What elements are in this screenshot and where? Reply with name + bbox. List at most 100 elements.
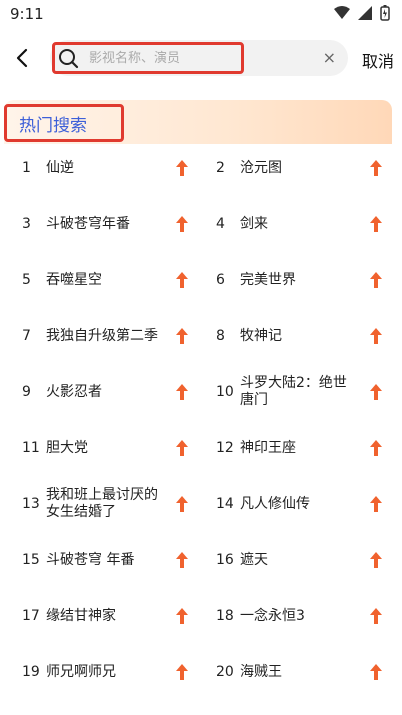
list-item[interactable]: 6 完美世界 xyxy=(216,252,386,308)
list-item[interactable]: 9 火影忍者 xyxy=(22,364,192,420)
list-item[interactable]: 11 胆大党 xyxy=(22,420,192,476)
list-item[interactable]: 15 斗破苍穹 年番 xyxy=(22,532,192,588)
rank-number: 2 xyxy=(216,160,225,176)
item-title: 我独自升级第二季 xyxy=(46,327,158,344)
hot-title-highlight-box: 热门搜索 xyxy=(4,104,124,142)
rank-number: 18 xyxy=(216,608,234,624)
trending-up-icon xyxy=(176,328,188,344)
item-title: 遮天 xyxy=(240,551,268,568)
list-row: 7 我独自升级第二季 8 牧神记 xyxy=(0,308,402,364)
list-item[interactable]: 12 神印王座 xyxy=(216,420,386,476)
list-item[interactable]: 2 沧元图 xyxy=(216,140,386,196)
rank-number: 20 xyxy=(216,664,234,680)
trending-up-icon xyxy=(176,216,188,232)
list-row: 1 仙逆 2 沧元图 xyxy=(0,140,402,196)
list-item[interactable]: 20 海贼王 xyxy=(216,644,386,700)
clear-button[interactable]: × xyxy=(323,48,336,67)
list-item[interactable]: 8 牧神记 xyxy=(216,308,386,364)
item-title: 师兄啊师兄 xyxy=(46,663,116,680)
list-item[interactable]: 4 剑来 xyxy=(216,196,386,252)
list-item[interactable]: 3 斗破苍穹年番 xyxy=(22,196,192,252)
item-title: 斗破苍穹 年番 xyxy=(46,551,135,568)
signal-icon xyxy=(358,6,372,20)
rank-number: 16 xyxy=(216,552,234,568)
item-title: 斗破苍穹年番 xyxy=(46,215,130,232)
trending-up-icon xyxy=(176,552,188,568)
search-toolbar: × 取消 xyxy=(0,36,402,82)
item-title: 斗罗大陆2：绝世唐门 xyxy=(240,375,347,408)
rank-number: 5 xyxy=(22,272,31,288)
list-item[interactable]: 16 遮天 xyxy=(216,532,386,588)
rank-number: 13 xyxy=(22,496,40,512)
status-icons xyxy=(334,5,390,21)
search-highlight-box xyxy=(52,42,244,74)
list-item[interactable]: 10 斗罗大陆2：绝世唐门 xyxy=(216,364,386,420)
rank-number: 11 xyxy=(22,440,40,456)
status-bar: 9:11 xyxy=(0,0,402,28)
list-row: 15 斗破苍穹 年番 16 遮天 xyxy=(0,532,402,588)
list-row: 11 胆大党 12 神印王座 xyxy=(0,420,402,476)
item-title: 牧神记 xyxy=(240,327,282,344)
rank-number: 15 xyxy=(22,552,40,568)
search-input[interactable] xyxy=(87,49,231,67)
rank-number: 10 xyxy=(216,384,234,400)
rank-number: 17 xyxy=(22,608,40,624)
item-title: 我和班上最讨厌的女生结婚了 xyxy=(46,487,158,520)
trending-up-icon xyxy=(176,384,188,400)
item-title: 仙逆 xyxy=(46,159,74,176)
rank-number: 9 xyxy=(22,384,31,400)
rank-number: 19 xyxy=(22,664,40,680)
trending-up-icon xyxy=(176,440,188,456)
list-row: 13 我和班上最讨厌的女生结婚了 14 凡人修仙传 xyxy=(0,476,402,532)
back-button[interactable] xyxy=(10,46,34,70)
search-box[interactable]: × xyxy=(50,40,348,76)
item-title: 凡人修仙传 xyxy=(240,495,310,512)
trending-up-icon xyxy=(176,496,188,512)
list-item[interactable]: 7 我独自升级第二季 xyxy=(22,308,192,364)
list-item[interactable]: 13 我和班上最讨厌的女生结婚了 xyxy=(22,476,192,532)
hot-search-header: 热门搜索 xyxy=(4,100,392,144)
rank-number: 1 xyxy=(22,160,31,176)
item-title: 一念永恒3 xyxy=(240,607,305,624)
item-title: 缘结甘神家 xyxy=(46,607,116,624)
item-title: 胆大党 xyxy=(46,439,88,456)
list-item[interactable]: 17 缘结甘神家 xyxy=(22,588,192,644)
rank-number: 7 xyxy=(22,328,31,344)
status-time: 9:11 xyxy=(10,5,44,23)
list-item[interactable]: 1 仙逆 xyxy=(22,140,192,196)
trending-up-icon xyxy=(370,608,382,624)
item-title: 沧元图 xyxy=(240,159,282,176)
list-row: 17 缘结甘神家 18 一念永恒3 xyxy=(0,588,402,644)
trending-up-icon xyxy=(176,272,188,288)
rank-number: 12 xyxy=(216,440,234,456)
list-row: 9 火影忍者 10 斗罗大陆2：绝世唐门 xyxy=(0,364,402,420)
rank-number: 4 xyxy=(216,216,225,232)
trending-up-icon xyxy=(176,664,188,680)
trending-up-icon xyxy=(370,440,382,456)
list-item[interactable]: 18 一念永恒3 xyxy=(216,588,386,644)
list-row: 5 吞噬星空 6 完美世界 xyxy=(0,252,402,308)
item-title: 剑来 xyxy=(240,215,268,232)
rank-number: 3 xyxy=(22,216,31,232)
chevron-left-icon xyxy=(16,48,28,68)
wifi-icon xyxy=(334,6,350,19)
search-icon xyxy=(59,49,79,69)
item-title: 神印王座 xyxy=(240,439,296,456)
trending-up-icon xyxy=(370,328,382,344)
item-title: 完美世界 xyxy=(240,271,296,288)
list-item[interactable]: 14 凡人修仙传 xyxy=(216,476,386,532)
list-item[interactable]: 5 吞噬星空 xyxy=(22,252,192,308)
trending-up-icon xyxy=(370,664,382,680)
rank-number: 6 xyxy=(216,272,225,288)
item-title: 火影忍者 xyxy=(46,383,102,400)
list-item[interactable]: 19 师兄啊师兄 xyxy=(22,644,192,700)
rank-number: 14 xyxy=(216,496,234,512)
trending-up-icon xyxy=(370,496,382,512)
trending-up-icon xyxy=(370,160,382,176)
cancel-button[interactable]: 取消 xyxy=(362,48,394,72)
trending-up-icon xyxy=(370,272,382,288)
rank-number: 8 xyxy=(216,328,225,344)
list-row: 19 师兄啊师兄 20 海贼王 xyxy=(0,644,402,700)
hot-search-title: 热门搜索 xyxy=(19,115,87,136)
battery-icon xyxy=(380,5,390,21)
